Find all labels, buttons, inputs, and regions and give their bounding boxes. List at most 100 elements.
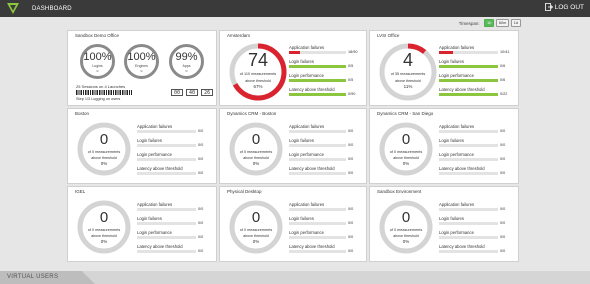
sessions-text: 25 Sessions on 4 Launches	[76, 84, 126, 89]
metric-label-application-failures: Application failures	[289, 45, 325, 50]
metric-label-login-performance: Login performance	[289, 152, 324, 157]
top-bar: DASHBOARD LOG OUT	[0, 0, 590, 17]
metric-count: 0/0	[500, 156, 506, 161]
gauge: 0 of 0 measurements above threshold 0%	[228, 199, 284, 255]
panel-amsterdam[interactable]: Amsterdam 74 of 110 measurements above thre…	[219, 30, 367, 106]
gauge: 4 of 35 measurements above threshold 11%	[378, 42, 438, 102]
ring-engines-label: Engines	[135, 64, 148, 68]
metric-label-application-failures: Application failures	[439, 124, 475, 129]
metric-bar-login-failures	[289, 65, 346, 68]
metric-count: 0/0	[198, 170, 204, 175]
gauge-caption: above threshold	[395, 79, 421, 83]
metric-bar-login-failures	[439, 222, 498, 225]
panel-physical-desktop[interactable]: Physical Desktop 0 of 0 measurements above …	[219, 186, 367, 262]
ring-logins: 100% Logins hh	[79, 43, 116, 80]
metric-label-login-performance: Login performance	[289, 230, 324, 235]
metric-bar-latency-above-threshold	[137, 250, 196, 253]
metric-count: 0/0	[198, 248, 204, 253]
metric-bar-latency-above-threshold	[289, 172, 346, 175]
metric-bar-latency-above-threshold	[439, 172, 498, 175]
ring-apps: 99% Apps hh	[168, 43, 205, 80]
metric-bar-login-performance	[289, 158, 346, 161]
gauge-total: of 0 measurements	[87, 228, 121, 232]
gauge-count: 4	[402, 50, 413, 70]
panel-title: Sandbox Environment	[377, 189, 422, 194]
session-clock: 00 40 26	[171, 89, 214, 96]
metric-label-login-performance: Login performance	[439, 73, 474, 78]
metric-bar-login-performance	[439, 79, 498, 82]
metric-bar-application-failures	[137, 130, 196, 133]
metric-count: 0/0	[198, 128, 204, 133]
metric-label-application-failures: Application failures	[439, 202, 475, 207]
metric-bar-fill	[439, 65, 498, 68]
metric-label-latency-above-threshold: Latency above threshold	[439, 166, 485, 171]
gauge-count: 0	[401, 209, 411, 226]
gauge: 0 of 0 measurements above threshold 0%	[378, 121, 434, 177]
gauge-caption: above threshold	[393, 156, 419, 160]
metric-label-login-failures: Login failures	[289, 216, 314, 221]
metric-bar-application-failures	[137, 208, 196, 211]
metric-bar-latency-above-threshold	[439, 93, 498, 96]
metric-bar-latency-above-threshold	[137, 172, 196, 175]
metric-bar-login-performance	[137, 236, 196, 239]
metric-bar-application-failures	[289, 130, 346, 133]
timespan-option-1h[interactable]: 1h	[484, 19, 495, 27]
gauge-percent: 0%	[402, 161, 410, 166]
metric-label-latency-above-threshold: Latency above threshold	[289, 244, 335, 249]
gauge-ring	[229, 200, 283, 254]
gauge-count: 0	[251, 209, 261, 226]
panel-sandbox-demo-office[interactable]: Sandbox Demo Office 100% Logins hh 100% …	[67, 30, 217, 106]
panel-sandbox-environment[interactable]: Sandbox Environment 0 of 0 measurements abo…	[369, 186, 519, 262]
gauge-percent: 0%	[252, 161, 260, 166]
panel-lvsi-office[interactable]: LVSI Office 4 of 35 measurements above thre…	[369, 30, 519, 106]
clock-hours: 00	[171, 89, 184, 96]
gauge-ring	[379, 200, 433, 254]
panel-boston[interactable]: Boston 0 of 0 measurements above threshold 0…	[67, 108, 217, 184]
metric-count: 0/0	[348, 156, 354, 161]
metric-bar-application-failures	[439, 130, 498, 133]
timespan-label: Timespan:	[458, 20, 480, 26]
ring-apps-sub: hh	[184, 69, 189, 73]
metric-count: 0/0	[500, 170, 506, 175]
logout-icon	[544, 3, 553, 11]
metric-bar-application-failures	[439, 51, 498, 54]
gauge-total: of 0 measurements	[389, 228, 423, 232]
panel-dynamics-crm-san-diego[interactable]: Dynamics CRM - San Diego 0 of 0 measuremen…	[369, 108, 519, 184]
gauge-count: 0	[99, 131, 109, 148]
gauge-total: of 110 measurements	[239, 72, 277, 76]
metric-label-login-performance: Login performance	[439, 152, 474, 157]
gauge-ring	[229, 122, 283, 176]
step-text: Step 1/3 Logging on users	[76, 97, 121, 101]
metric-count: 0/0	[500, 234, 506, 239]
metric-count: 0/0	[348, 206, 354, 211]
logout-button[interactable]: LOG OUT	[544, 3, 584, 11]
ring-apps-label: Apps	[182, 64, 191, 68]
metric-label-latency-above-threshold: Latency above threshold	[137, 166, 183, 171]
ring-engines-value: 100%	[127, 51, 156, 63]
metric-label-login-failures: Login failures	[289, 59, 314, 64]
metric-count: 0/0	[348, 234, 354, 239]
gauge: 0 of 0 measurements above threshold 0%	[228, 121, 284, 177]
gauge-count: 74	[247, 50, 269, 70]
metric-count: 0/0	[500, 248, 506, 253]
panel-igel[interactable]: IGEL 0 of 0 measurements above threshold 0% A…	[67, 186, 217, 262]
metric-count: 0/0	[348, 128, 354, 133]
clock-minutes: 40	[186, 89, 199, 96]
metric-label-login-failures: Login failures	[439, 59, 464, 64]
timespan-option-60m[interactable]: 60m	[495, 19, 510, 27]
panel-dynamics-crm-boston[interactable]: Dynamics CRM - Boston 0 of 0 measurements a…	[219, 108, 367, 184]
timespan-option-1d[interactable]: 1d	[510, 19, 521, 27]
ring-apps-value: 99%	[175, 51, 198, 63]
gauge-caption: above threshold	[91, 156, 117, 160]
metric-count: 0/0	[500, 142, 506, 147]
panel-title: Amsterdam	[227, 33, 251, 38]
metric-count: 0/5	[348, 63, 354, 68]
ring-logins-value: 100%	[83, 51, 112, 63]
gauge-caption: above threshold	[243, 234, 269, 238]
metric-bar-fill	[439, 93, 498, 96]
metric-count: 0/22	[500, 91, 508, 96]
page-title: DASHBOARD	[32, 5, 72, 12]
metric-bar-login-failures	[289, 222, 346, 225]
gauge-total: of 35 measurements	[390, 72, 426, 76]
metric-count: 18/90	[348, 49, 358, 54]
